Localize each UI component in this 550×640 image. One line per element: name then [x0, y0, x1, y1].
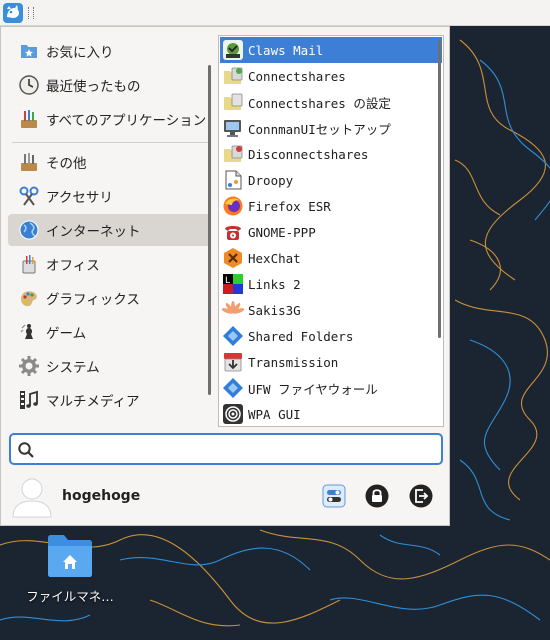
- app-item-droopy[interactable]: Droopy: [220, 167, 442, 193]
- other-icon: [21, 153, 37, 171]
- graphics-icon: [21, 291, 37, 307]
- app-item-connectshares[interactable]: Connectshares: [220, 63, 442, 89]
- transmission-icon: [224, 353, 242, 372]
- category-recent[interactable]: 最近使ったもの: [8, 69, 211, 101]
- logout-icon[interactable]: [409, 484, 433, 508]
- links2-icon: L: [223, 274, 243, 294]
- category-label: すべてのアプリケーション: [46, 113, 207, 129]
- claws-mail-icon: [223, 40, 243, 60]
- app-item-shared-folders[interactable]: Shared Folders: [220, 323, 442, 349]
- username: hogehoge: [62, 488, 141, 504]
- category-label: グラフィックス: [46, 292, 140, 308]
- app-label: Links 2: [248, 276, 301, 292]
- app-item-gnome-ppp[interactable]: GNOME-PPP: [220, 219, 442, 245]
- app-item-hexchat[interactable]: HexChat: [220, 245, 442, 271]
- connectshares-settings-icon: [224, 93, 243, 110]
- games-icon: [20, 324, 33, 339]
- system-gear-icon: [19, 356, 39, 376]
- whisker-menu-icon[interactable]: [2, 2, 24, 24]
- favorites-icon: [21, 45, 37, 58]
- app-item-claws-mail[interactable]: Claws Mail: [220, 37, 442, 63]
- user-avatar-icon: [12, 478, 52, 518]
- category-accessories[interactable]: アクセサリ: [8, 180, 211, 212]
- app-label: GNOME-PPP: [248, 224, 316, 240]
- file-manager-icon[interactable]: [46, 534, 94, 578]
- ufw-firewall-icon: [223, 378, 243, 398]
- category-graphics[interactable]: グラフィックス: [8, 282, 211, 314]
- app-label: Disconnectshares: [248, 146, 369, 162]
- category-separator: [12, 142, 210, 143]
- app-label: WPA GUI: [248, 406, 301, 422]
- app-item-connectshares-settings[interactable]: Connectshares の設定: [220, 89, 442, 115]
- search-input[interactable]: [41, 438, 439, 462]
- accessories-icon: [19, 186, 39, 206]
- category-games[interactable]: ゲーム: [8, 316, 211, 348]
- application-list: Claws Mail Connectshares Connectshares の…: [218, 35, 444, 427]
- wpa-gui-icon: [223, 404, 243, 424]
- app-item-firefox[interactable]: Firefox ESR: [220, 193, 442, 219]
- file-manager-label[interactable]: ファイルマネ…: [14, 586, 126, 605]
- category-label: インターネット: [46, 224, 141, 240]
- search-box[interactable]: [9, 433, 443, 465]
- svg-text:L: L: [225, 276, 230, 286]
- category-label: システム: [46, 360, 100, 376]
- lock-icon[interactable]: [365, 484, 389, 508]
- app-item-disconnectshares[interactable]: Disconnectshares: [220, 141, 442, 167]
- recent-clock-icon: [19, 75, 39, 95]
- category-label: その他: [46, 156, 87, 172]
- app-label: Connectshares: [248, 68, 346, 84]
- office-icon: [22, 255, 36, 274]
- all-applications-icon: [21, 110, 37, 128]
- firefox-icon: [223, 196, 243, 216]
- droopy-icon: [225, 170, 242, 190]
- app-label: UFW ファイヤウォール: [248, 381, 378, 397]
- settings-toggle-icon[interactable]: [322, 484, 346, 508]
- category-label: マルチメディア: [46, 394, 140, 410]
- category-system[interactable]: システム: [8, 350, 211, 382]
- shared-folders-icon: [223, 326, 243, 346]
- category-favorites[interactable]: お気に入り: [8, 35, 211, 67]
- connectshares-icon: [224, 67, 243, 84]
- category-internet[interactable]: インターネット: [8, 214, 211, 246]
- category-office[interactable]: オフィス: [8, 248, 211, 280]
- app-label: Transmission: [248, 354, 339, 370]
- application-menu: お気に入り 最近使ったもの すべてのアプリケーション その他 アクセサリ インタ…: [0, 26, 450, 526]
- multimedia-icon: [20, 390, 38, 409]
- category-scrollbar[interactable]: [208, 65, 211, 395]
- app-label: ConnmanUIセットアップ: [248, 121, 391, 137]
- app-item-ufw-firewall[interactable]: UFW ファイヤウォール: [220, 375, 442, 401]
- app-item-links2[interactable]: L Links 2: [220, 271, 442, 297]
- application-scrollbar[interactable]: [438, 40, 441, 338]
- category-other[interactable]: その他: [8, 146, 211, 178]
- search-icon: [18, 442, 34, 458]
- category-label: 最近使ったもの: [46, 79, 141, 95]
- app-label: Shared Folders: [248, 328, 354, 344]
- disconnectshares-icon: [224, 145, 243, 162]
- app-label: Connectshares の設定: [248, 95, 391, 111]
- gnome-ppp-phone-icon: [225, 226, 241, 240]
- app-label: Sakis3G: [248, 302, 301, 318]
- app-label: Droopy: [248, 172, 294, 188]
- app-label: Claws Mail: [248, 42, 324, 58]
- app-item-connman-ui[interactable]: ConnmanUIセットアップ: [220, 115, 442, 141]
- category-label: お気に入り: [46, 45, 114, 61]
- app-item-transmission[interactable]: Transmission: [220, 349, 442, 375]
- category-label: ゲーム: [46, 326, 87, 342]
- category-label: オフィス: [46, 258, 100, 274]
- app-item-wpa-gui[interactable]: WPA GUI: [220, 401, 442, 426]
- hexchat-icon: [224, 248, 242, 268]
- category-all-applications[interactable]: すべてのアプリケーション: [8, 103, 211, 135]
- app-label: HexChat: [248, 250, 301, 266]
- app-label: Firefox ESR: [248, 198, 331, 214]
- connman-ui-icon: [224, 120, 241, 137]
- app-item-sakis3g[interactable]: Sakis3G: [220, 297, 442, 323]
- internet-globe-icon: [19, 220, 39, 240]
- panel-handle[interactable]: [28, 7, 34, 19]
- category-label: アクセサリ: [46, 190, 113, 206]
- category-multimedia[interactable]: マルチメディア: [8, 384, 211, 416]
- top-panel: [0, 0, 550, 26]
- sakis3g-icon: [222, 301, 244, 314]
